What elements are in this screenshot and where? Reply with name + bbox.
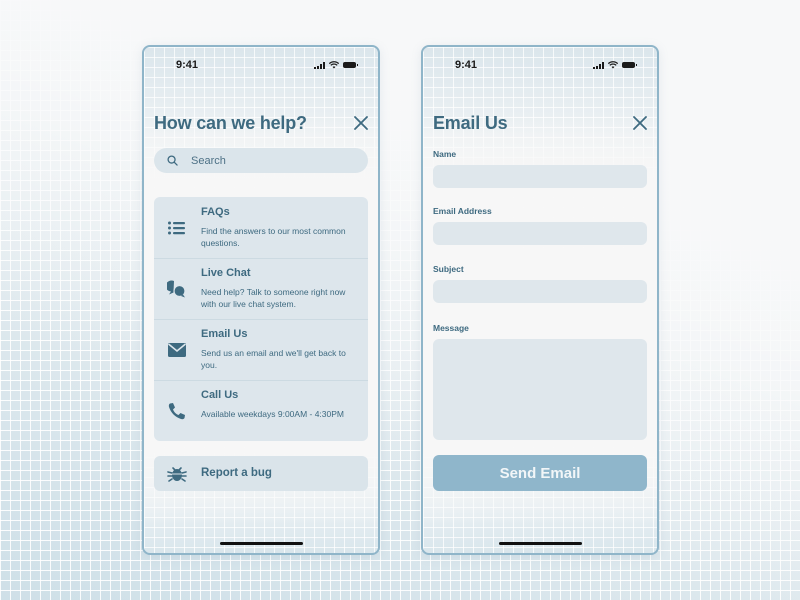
email-screen: 9:41 Email Us Name Email Address Subject…	[421, 45, 659, 555]
help-options-card: FAQs Find the answers to our most common…	[154, 197, 368, 441]
option-live-chat[interactable]: Live Chat Need help? Talk to someone rig…	[154, 258, 368, 320]
option-description: Find the answers to our most common ques…	[201, 226, 346, 248]
option-description: Need help? Talk to someone right now wit…	[201, 287, 346, 309]
status-bar: 9:41	[423, 47, 657, 83]
option-title: FAQs	[201, 206, 230, 218]
close-icon[interactable]	[353, 115, 369, 131]
background-fade	[0, 0, 800, 600]
page-title: Email Us	[433, 113, 508, 133]
list-icon	[168, 221, 185, 235]
option-title: Call Us	[201, 389, 239, 401]
email-address-field[interactable]	[433, 222, 647, 245]
chat-bubbles-icon	[167, 280, 186, 298]
battery-icon	[343, 62, 358, 68]
page-title: How can we help?	[154, 113, 307, 133]
option-email-us[interactable]: Email Us Send us an email and we'll get …	[154, 319, 368, 381]
option-title: Live Chat	[201, 267, 251, 279]
signal-icon	[593, 61, 604, 69]
bug-icon	[167, 467, 187, 482]
envelope-icon	[167, 343, 187, 357]
search-placeholder: Search	[191, 154, 226, 167]
search-input[interactable]: Search	[154, 148, 368, 173]
subject-label: Subject	[433, 264, 464, 274]
message-label: Message	[433, 323, 469, 333]
close-icon[interactable]	[632, 115, 648, 131]
option-description: Send us an email and we'll get back to y…	[201, 348, 346, 370]
home-indicator[interactable]	[220, 542, 303, 545]
message-textarea[interactable]	[433, 339, 647, 440]
option-call-us[interactable]: Call Us Available weekdays 9:00AM - 4:30…	[154, 380, 368, 441]
option-description: Available weekdays 9:00AM - 4:30PM	[201, 409, 345, 419]
search-icon	[167, 155, 178, 166]
phone-icon	[168, 403, 185, 420]
subject-field[interactable]	[433, 280, 647, 303]
status-bar: 9:41	[144, 47, 378, 83]
option-faqs[interactable]: FAQs Find the answers to our most common…	[154, 197, 368, 259]
option-title: Email Us	[201, 328, 248, 340]
report-bug-button[interactable]: Report a bug	[154, 456, 368, 491]
report-bug-label: Report a bug	[201, 467, 272, 479]
email-address-label: Email Address	[433, 206, 492, 216]
help-screen: 9:41 How can we help? Search FAQs Find t…	[142, 45, 380, 555]
wifi-icon	[329, 61, 339, 69]
name-field[interactable]	[433, 165, 647, 188]
status-time: 9:41	[176, 59, 199, 71]
battery-icon	[622, 62, 637, 68]
status-time: 9:41	[455, 59, 478, 71]
name-label: Name	[433, 149, 457, 159]
home-indicator[interactable]	[499, 542, 582, 545]
signal-icon	[314, 61, 325, 69]
wifi-icon	[608, 61, 618, 69]
send-email-button[interactable]: Send Email	[433, 455, 647, 491]
